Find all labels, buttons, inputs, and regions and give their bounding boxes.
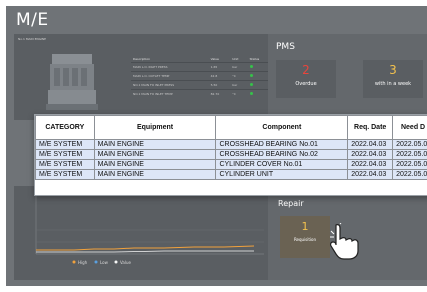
col-need-date[interactable]: Need D (392, 115, 427, 140)
engine-panel-heading: No.1 MAIN ENGINE (18, 37, 47, 41)
repair-title: Repair (278, 199, 304, 208)
status-ok-icon (249, 83, 253, 86)
requisition-label: Requisition (293, 237, 317, 242)
pms-overdue-card[interactable]: 2 Overdue (276, 60, 336, 98)
legend-value: Value (120, 260, 132, 265)
legend-value-icon (114, 260, 118, 264)
me-dashboard: M/E No.1 MAIN ENGINE Description Value U… (6, 6, 427, 286)
legend-high: High (78, 260, 88, 265)
legend-high-icon (72, 260, 76, 264)
col-equipment[interactable]: Equipment (93, 115, 217, 140)
engine-panel: No.1 MAIN ENGINE Description Value Unit … (14, 34, 271, 120)
status-ok-icon (249, 92, 253, 95)
requisition-table: CATEGORY Equipment Component Req. Date N… (35, 115, 427, 180)
table-row: MAIN L.O. OUTLET TEMP 42.8 °C (131, 71, 271, 81)
requisition-table-popup: CATEGORY Equipment Component Req. Date N… (34, 114, 427, 196)
table-row: NO.1 MAIN FO INLET TEMP 82.70 °C (131, 89, 271, 98)
col-component[interactable]: Component (215, 115, 349, 140)
col-req-date[interactable]: Req. Date (347, 115, 394, 140)
pointing-hand-icon (330, 223, 359, 260)
table-row[interactable]: M/E SYSTEM MAIN ENGINE CROSSHEAD BEARING… (35, 149, 427, 160)
series-value-line (36, 250, 254, 253)
page-title: M/E (16, 10, 49, 30)
col-category[interactable]: CATEGORY (35, 115, 95, 140)
legend-low-icon (94, 260, 98, 264)
engine-readings-table: Description Value Unit Status MAIN L.O. … (131, 56, 271, 98)
table-row[interactable]: M/E SYSTEM MAIN ENGINE CYLINDER COVER No… (35, 159, 427, 170)
legend-low: Low (100, 260, 109, 265)
series-high-line (36, 245, 255, 251)
pms-week-label: with in a week (374, 81, 412, 87)
table-row[interactable]: M/E SYSTEM MAIN ENGINE CROSSHEAD BEARING… (35, 139, 427, 150)
pms-week-card[interactable]: 3 with in a week (363, 60, 423, 98)
pms-week-count: 3 (389, 63, 397, 77)
requisition-card[interactable]: 1 Requisition (280, 216, 330, 258)
table-row: NO.1 MAIN FO INLET PRESS 5.50 bar (131, 80, 271, 90)
engine-diagram-icon (46, 54, 98, 110)
requisition-count: 1 (301, 220, 309, 233)
table-row: MAIN L.O. INLET PRESS 1.65 bar (131, 62, 271, 72)
status-ok-icon (249, 74, 253, 77)
pms-overdue-label: Overdue (295, 81, 317, 87)
table-row[interactable]: M/E SYSTEM MAIN ENGINE CYLINDER UNIT 202… (35, 169, 427, 180)
status-ok-icon (249, 65, 253, 68)
pms-title: PMS (276, 42, 295, 52)
trend-chart: High Low Value (35, 196, 264, 265)
pms-panel: PMS 2 Overdue 3 with in a week (268, 34, 427, 120)
trend-chart-panel: High Low Value (14, 186, 270, 280)
pms-overdue-count: 2 (302, 63, 310, 77)
